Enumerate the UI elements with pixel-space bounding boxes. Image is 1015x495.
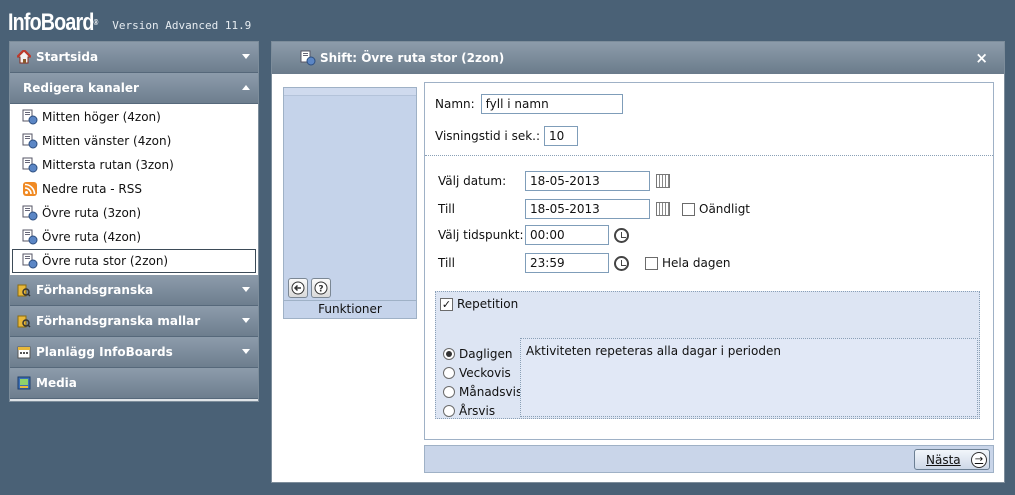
chevron-down-icon [242, 54, 250, 59]
repetition-box: ✓ Repetition Dagligen Veckovis Månadsvis… [435, 291, 980, 419]
name-input[interactable] [480, 94, 623, 114]
channel-icon [22, 229, 38, 245]
help-icon[interactable]: ? [311, 278, 331, 298]
arrow-right-icon: → [971, 451, 987, 468]
date-label: Välj datum: [438, 174, 507, 188]
repetition-label: Repetition [457, 297, 519, 311]
brand-header: InfoBoard® Version Advanced 11.9 [8, 6, 251, 36]
infoboard-logo: InfoBoard® [8, 9, 99, 36]
version-label: Version Advanced 11.9 [112, 19, 252, 32]
svg-text:?: ? [318, 285, 323, 295]
shift-panel: Shift: Övre ruta stor (2zon) × ? Funktio… [271, 41, 1005, 483]
repetition-description: Aktiviteten repeteras alla dagar i perio… [526, 344, 781, 358]
sidebar-section-redigera-kanaler[interactable]: Redigera kanaler [10, 73, 258, 104]
rss-icon [22, 181, 38, 197]
back-arrow-icon[interactable] [288, 278, 308, 298]
channel-list: Mitten höger (4zon) Mitten vänster (4zon… [10, 104, 258, 275]
sidebar-section-forhandsgranska-mallar[interactable]: Förhandsgranska mallar [10, 306, 258, 337]
next-button[interactable]: Nästa → [914, 449, 990, 470]
time-to-input[interactable] [525, 253, 609, 273]
next-label: Nästa [926, 452, 961, 467]
channel-item[interactable]: Övre ruta (4zon) [10, 225, 258, 249]
channel-item[interactable]: Mittersta rutan (3zon) [10, 153, 258, 177]
chevron-down-icon [242, 349, 250, 354]
calendar-icon [17, 345, 31, 359]
sidebar-section-startsida[interactable]: Startsida [10, 42, 258, 73]
radio-button-selected[interactable] [443, 348, 455, 360]
radio-option[interactable]: Veckovis [443, 366, 511, 380]
folder-preview-icon [17, 283, 31, 297]
time-label: Välj tidspunkt: [438, 228, 524, 242]
repetition-checkbox[interactable]: ✓ [440, 297, 453, 311]
duration-label: Visningstid i sek.: [435, 129, 541, 143]
chevron-down-icon [242, 318, 250, 323]
radio-button[interactable] [443, 405, 455, 417]
functions-box: ? Funktioner [283, 87, 417, 319]
media-icon [17, 376, 31, 390]
infinite-label: Oändligt [699, 202, 751, 216]
calendar-icon[interactable] [656, 202, 670, 216]
radio-button[interactable] [443, 367, 455, 379]
date-to-input[interactable] [525, 199, 650, 219]
channel-item[interactable]: Mitten höger (4zon) [10, 105, 258, 129]
channel-item-selected[interactable]: Övre ruta stor (2zon) [12, 249, 256, 273]
time-input[interactable] [525, 225, 609, 245]
panel-header: Shift: Övre ruta stor (2zon) × [272, 42, 1004, 74]
channel-icon [22, 133, 38, 149]
check-icon: ✓ [441, 297, 452, 311]
divider [425, 155, 993, 156]
sidebar: Startsida Redigera kanaler Mitten höger … [9, 41, 259, 402]
allday-checkbox[interactable] [645, 256, 658, 270]
panel-title: Shift: Övre ruta stor (2zon) [320, 51, 505, 65]
time-to-label: Till [438, 256, 455, 270]
home-icon [16, 48, 32, 64]
radio-option[interactable]: Månadsvis [443, 385, 522, 399]
folder-preview-icon [17, 314, 31, 328]
channel-icon [22, 253, 38, 269]
footer-bar: Nästa → [424, 445, 994, 473]
chevron-down-icon [242, 287, 250, 292]
sidebar-section-media[interactable]: Media [10, 368, 258, 399]
channel-icon [22, 157, 38, 173]
close-icon[interactable]: × [975, 49, 988, 67]
radio-button[interactable] [443, 386, 455, 398]
channel-icon [22, 205, 38, 221]
channel-icon [22, 109, 38, 125]
sidebar-section-forhandsgranska[interactable]: Förhandsgranska [10, 275, 258, 306]
channel-item[interactable]: Nedre ruta - RSS [10, 177, 258, 201]
name-label: Namn: [435, 97, 475, 111]
date-input[interactable] [525, 171, 650, 191]
calendar-icon[interactable] [656, 174, 670, 188]
allday-label: Hela dagen [662, 256, 731, 270]
radio-option[interactable]: Årsvis [443, 404, 495, 418]
channel-item[interactable]: Mitten vänster (4zon) [10, 129, 258, 153]
functions-label: Funktioner [284, 300, 416, 318]
repetition-description-box: Aktiviteten repeteras alla dagar i perio… [520, 338, 978, 417]
chevron-up-icon [242, 85, 250, 90]
duration-input[interactable] [544, 126, 579, 146]
channel-icon [300, 50, 316, 66]
sidebar-section-planlagg[interactable]: Planlägg InfoBoards [10, 337, 258, 368]
radio-option[interactable]: Dagligen [443, 347, 512, 361]
clock-icon[interactable] [614, 255, 629, 271]
clock-icon[interactable] [614, 227, 629, 243]
infinite-checkbox[interactable] [682, 202, 695, 216]
shift-form: Namn: Visningstid i sek.: Välj datum: Ti… [424, 82, 994, 440]
date-to-label: Till [438, 202, 455, 216]
channel-item[interactable]: Övre ruta (3zon) [10, 201, 258, 225]
